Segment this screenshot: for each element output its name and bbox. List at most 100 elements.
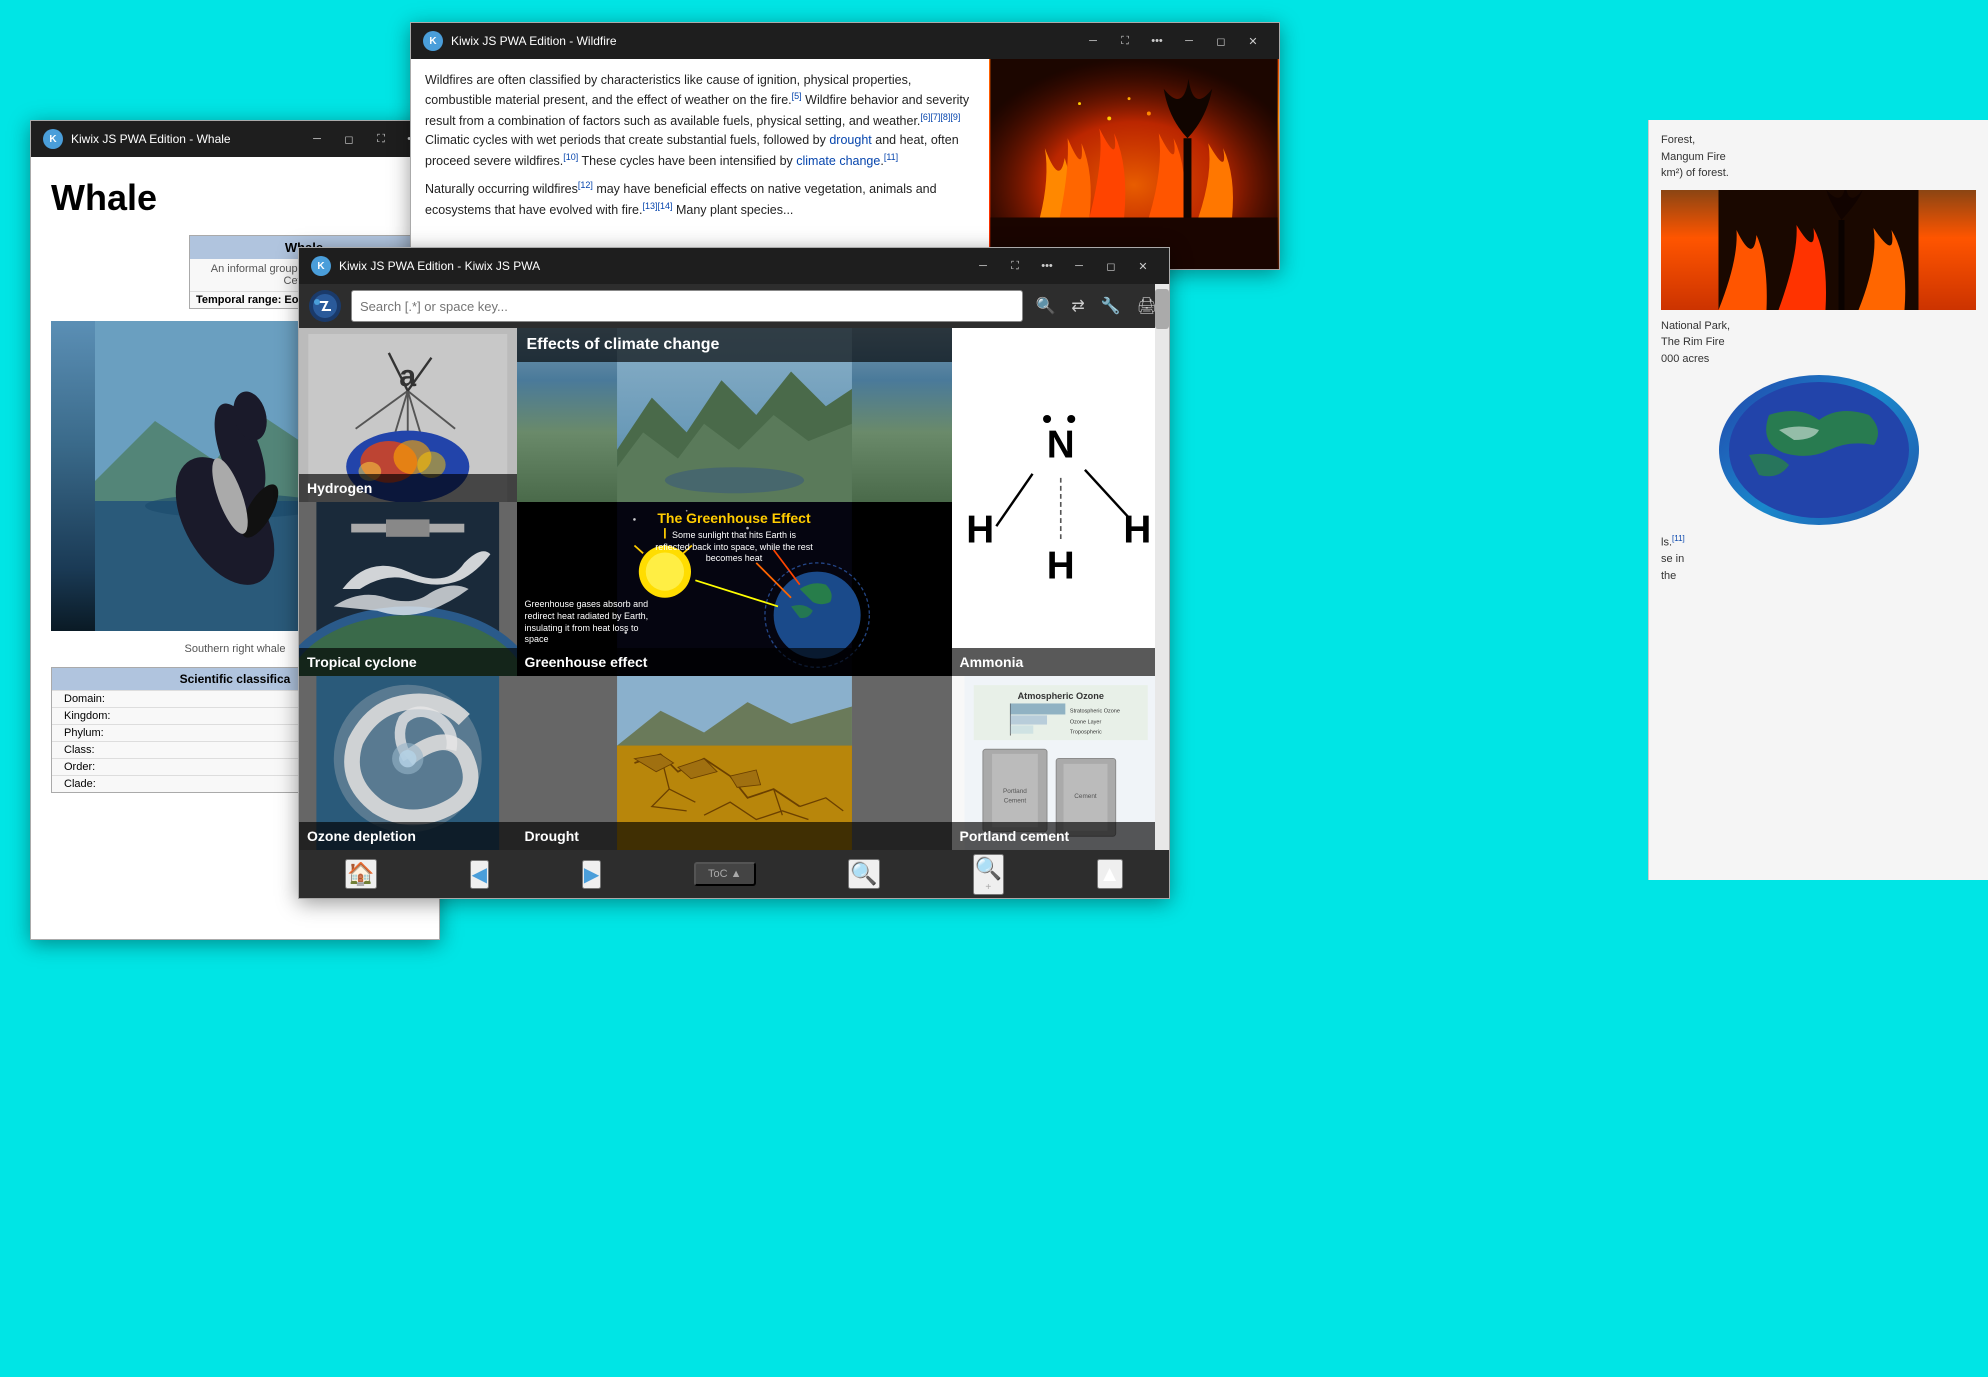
wf-minimize[interactable]: ─ — [1079, 31, 1107, 51]
toc-button[interactable]: ToC ▲ — [694, 862, 756, 886]
ammonia-svg: N H H H — [952, 328, 1170, 676]
svg-text:H: H — [1123, 508, 1151, 551]
kiwix-logo — [307, 288, 343, 324]
ammonia-image: N H H H — [952, 328, 1170, 676]
kiwix-toolbar-icons: 🔍 ⇄ 🔧 🖨 — [1031, 292, 1161, 320]
cyclone-card[interactable]: Ozone depletion — [299, 676, 517, 850]
svg-text:Cement: Cement — [1003, 797, 1026, 804]
drought-label: Drought — [517, 822, 952, 850]
forward-button[interactable]: ▶ — [582, 860, 601, 889]
taxon-phylum-label: Phylum: — [64, 727, 104, 739]
svg-text:N: N — [1046, 424, 1074, 467]
svg-text:Tropospheric: Tropospheric — [1069, 730, 1101, 736]
svg-text:H: H — [966, 508, 994, 551]
greenhouse-label: Greenhouse effect — [517, 648, 952, 676]
ozone-label: Portland cement — [952, 822, 1170, 850]
wildfire-para2: Naturally occurring wildfires[12] may ha… — [425, 179, 975, 220]
greenhouse-desc2: Greenhouse gases absorb and redirect hea… — [525, 599, 655, 646]
minimize-button[interactable]: ─ — [303, 129, 331, 149]
back-button[interactable]: ◀ — [470, 860, 489, 889]
climate-change-card[interactable]: Tropical cyclone — [299, 502, 517, 676]
wildfire-title: Kiwix JS PWA Edition - Wildfire — [451, 34, 1079, 48]
kiwix-main-title: Kiwix JS PWA Edition - Kiwix JS PWA — [339, 259, 969, 273]
wildfire-image — [989, 59, 1279, 269]
hydrogen-label: Hydrogen — [299, 474, 517, 502]
whale-title: Kiwix JS PWA Edition - Whale — [71, 132, 303, 146]
kiwix-toolbar: 🔍 ⇄ 🔧 🖨 — [299, 284, 1169, 328]
svg-text:Stratospheric Ozone: Stratospheric Ozone — [1069, 709, 1119, 715]
effects-climate-card[interactable]: Effects of climate change — [517, 328, 952, 502]
scrollbar-thumb[interactable] — [1155, 289, 1169, 329]
search-icon[interactable]: 🔍 — [1031, 292, 1059, 320]
wf-close[interactable]: ✕ — [1239, 31, 1267, 51]
kiwix-grid: a 2011– — [299, 328, 1169, 850]
globe-svg — [1719, 375, 1919, 525]
greenhouse-subtitle: The Greenhouse Effect Some sunlight that… — [525, 510, 944, 565]
kiwix-maximize[interactable]: ◻ — [1097, 256, 1125, 276]
zoom-in-button[interactable]: 🔍+ — [973, 854, 1004, 895]
right-text2: National Park,The Rim Fire000 acres — [1661, 318, 1976, 368]
greenhouse-effect-title: The Greenhouse Effect — [525, 510, 944, 526]
right-fire-img — [1661, 190, 1976, 310]
right-text1: Forest,Mangum Firekm²) of forest. — [1661, 132, 1976, 182]
ozone-card[interactable]: Portland Cement Cement Atmospheric Ozone… — [952, 676, 1170, 850]
whale-window-icon: K — [43, 129, 63, 149]
whale-controls: ─ ◻ ⛶ ••• — [303, 129, 427, 149]
whale-article-title: Whale — [51, 177, 419, 219]
taxon-order-label: Order: — [64, 761, 95, 773]
kiwix-fullscreen[interactable]: ⛶ — [1001, 256, 1029, 276]
fullscreen-button[interactable]: ⛶ — [367, 129, 395, 149]
kiwix-menu[interactable]: ••• — [1033, 256, 1061, 276]
drought-link[interactable]: drought — [829, 133, 871, 147]
kiwix-scrollbar[interactable] — [1155, 284, 1169, 850]
drought-card[interactable]: Drought — [517, 676, 952, 850]
svg-text:Ozone Layer: Ozone Layer — [1069, 720, 1101, 726]
greenhouse-card[interactable]: The Greenhouse Effect Some sunlight that… — [517, 502, 952, 676]
wildfire-image-container — [989, 59, 1279, 269]
wildfire-icon: K — [423, 31, 443, 51]
kiwix-main-window: K Kiwix JS PWA Edition - Kiwix JS PWA ─ … — [298, 247, 1170, 899]
climate-change-label: Tropical cyclone — [299, 648, 517, 676]
kiwix-search-input[interactable] — [360, 299, 1014, 314]
wildfire-window: K Kiwix JS PWA Edition - Wildfire ─ ⛶ ••… — [410, 22, 1280, 270]
right-panel-content: Forest,Mangum Firekm²) of forest. Nation… — [1649, 120, 1988, 596]
taxon-kingdom-label: Kingdom: — [64, 710, 110, 722]
cyclone-label: Ozone depletion — [299, 822, 517, 850]
ammonia-label: Ammonia — [952, 648, 1170, 676]
ammonia-card[interactable]: N H H H Ammonia — [952, 328, 1170, 676]
shuffle-icon[interactable]: ⇄ — [1067, 292, 1088, 320]
restore-button[interactable]: ◻ — [335, 129, 363, 149]
wf-menu[interactable]: ••• — [1143, 31, 1171, 51]
home-button[interactable]: 🏠 — [345, 859, 376, 889]
wildfire-para1: Wildfires are often classified by charac… — [425, 71, 975, 171]
taxon-class-label: Class: — [64, 744, 95, 756]
taxon-domain-label: Domain: — [64, 693, 105, 705]
kiwix-restore[interactable]: ─ — [1065, 256, 1093, 276]
scroll-top-button[interactable]: ▲ — [1097, 859, 1123, 889]
hydrogen-card[interactable]: a 2011– — [299, 328, 517, 502]
climate-change-link[interactable]: climate change — [796, 154, 880, 168]
kiwix-title-icon: K — [311, 256, 331, 276]
wf-restore[interactable]: ─ — [1175, 31, 1203, 51]
effects-climate-label: Effects of climate change — [517, 328, 952, 362]
zoom-out-button[interactable]: 🔍 — [848, 859, 879, 889]
wildfire-svg — [989, 59, 1279, 269]
kiwix-titlebar: K Kiwix JS PWA Edition - Kiwix JS PWA ─ … — [299, 248, 1169, 284]
wf-fullscreen[interactable]: ⛶ — [1111, 31, 1139, 51]
kiwix-controls: ─ ⛶ ••• ─ ◻ ✕ — [969, 256, 1157, 276]
kiwix-close[interactable]: ✕ — [1129, 256, 1157, 276]
kiwix-logo-svg — [307, 288, 343, 324]
taxon-clade-label: Clade: — [64, 778, 96, 790]
svg-text:Portland: Portland — [1003, 788, 1027, 795]
svg-text:Atmospheric Ozone: Atmospheric Ozone — [1017, 691, 1103, 701]
wf-maximize[interactable]: ◻ — [1207, 31, 1235, 51]
settings-icon[interactable]: 🔧 — [1097, 292, 1125, 320]
kiwix-minimize[interactable]: ─ — [969, 256, 997, 276]
kiwix-search-bar[interactable] — [351, 290, 1023, 322]
svg-text:H: H — [1046, 545, 1074, 588]
kiwix-bottom-bar: 🏠 ◀ ▶ ToC ▲ 🔍 🔍+ ▲ — [299, 850, 1169, 898]
wildfire-content: Wildfires are often classified by charac… — [411, 59, 1279, 269]
right-text3: ls.[11] — [1661, 533, 1976, 551]
toc-label: ToC ▲ — [708, 868, 742, 880]
svg-text:Cement: Cement — [1074, 793, 1097, 800]
